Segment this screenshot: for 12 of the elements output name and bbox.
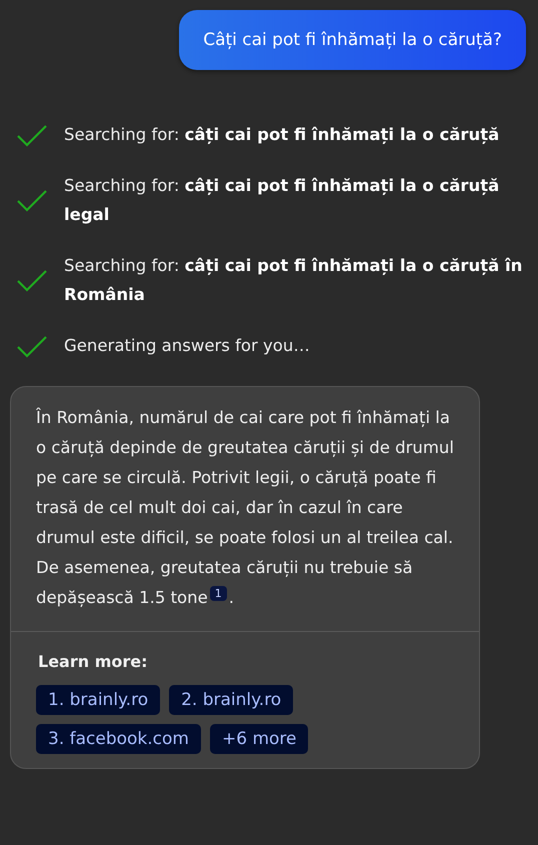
source-link[interactable]: 1. brainly.ro bbox=[36, 685, 160, 715]
search-step-text: Generating answers for you… bbox=[64, 335, 310, 357]
learn-more-title: Learn more: bbox=[38, 652, 148, 671]
search-step-text: Searching for: câți cai pot fi înhămați la o căruță legal bbox=[64, 175, 500, 226]
answer-text: În România, numărul de cai care pot fi înhămați la o căruță depinde de greutatea căruții și de drumul pe care se circulă. Potrivit legii, o căruță poate fi trasă de cel mult doi cai, dar în cazul în care drumul este dificil, se poate folosi un al treilea cal. De asemenea, greutatea căruții nu trebuie să depășească 1.5 tone 1 . bbox=[35, 406, 455, 609]
citation-link[interactable]: 1 bbox=[210, 586, 227, 601]
source-link[interactable]: 2. brainly.ro bbox=[169, 685, 294, 715]
source-link[interactable]: +6 more bbox=[210, 724, 308, 754]
user-message: Câți cai pot fi înhămați la o căruță? bbox=[179, 10, 526, 70]
search-step-text: Searching for: câți cai pot fi înhămați la o căruță bbox=[64, 124, 500, 146]
search-step-text: Searching for: câți cai pot fi înhămați la o căruță în România bbox=[64, 255, 524, 306]
source-link[interactable]: 3. facebook.com bbox=[36, 724, 201, 754]
